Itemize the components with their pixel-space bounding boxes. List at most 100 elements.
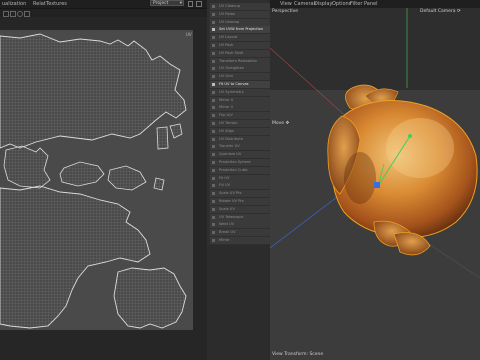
uv-tool-label: Fill UV xyxy=(219,183,231,188)
menu-options[interactable]: Options xyxy=(332,0,351,8)
rotate-icon[interactable] xyxy=(17,11,23,17)
tool-icon xyxy=(212,184,215,188)
uv-tool-item[interactable]: Break UV xyxy=(210,229,270,237)
uv-menubar: ualization Relat Textures Project ▾ xyxy=(0,0,207,9)
uv-tool-item[interactable]: Weld UV xyxy=(210,221,270,229)
viewport-scene-svg xyxy=(270,8,480,279)
tool-icon xyxy=(212,168,215,172)
uv-tool-label: UV Symmetry xyxy=(219,89,244,94)
uv-tool-item[interactable]: Fill UV xyxy=(210,182,270,190)
uv-tool-item[interactable]: Scale UV xyxy=(210,205,270,213)
uv-tool-item[interactable]: UV Grid xyxy=(210,73,270,81)
move-icon[interactable] xyxy=(10,11,16,17)
uv-toolbar xyxy=(0,9,207,17)
uv-tool-item[interactable]: UV Telescopic xyxy=(210,213,270,221)
uv-tool-item[interactable]: UV Align xyxy=(210,127,270,135)
menu-textures[interactable]: Textures xyxy=(46,0,67,8)
uv-tool-label: Transfer UV xyxy=(219,144,240,149)
menu-visualization[interactable]: ualization xyxy=(2,0,26,8)
uv-shell-small-b xyxy=(169,123,183,139)
tool-icon xyxy=(212,28,215,32)
uv-tool-item[interactable]: Fit UV to Canvas xyxy=(210,81,270,88)
uv-canvas[interactable] xyxy=(0,30,193,330)
menu-panel[interactable]: Panel xyxy=(364,0,378,8)
menu-filter[interactable]: Filter xyxy=(350,0,362,8)
uv-tool-item[interactable]: Flip U/V xyxy=(210,112,270,120)
uv-tool-label: UV Pack xyxy=(219,43,234,47)
expand-icon[interactable] xyxy=(196,1,202,7)
uv-tool-item[interactable]: UV Terrain xyxy=(210,120,270,127)
viewport-camera-label[interactable]: Default Camera ⟳ xyxy=(420,9,461,14)
uv-tool-label: Flip U/V xyxy=(219,113,233,118)
viewport-move-label[interactable]: Move ✥ xyxy=(272,121,289,126)
uv-tool-label: Mirror xyxy=(219,238,230,242)
uv-tool-label: Transform Relaxation xyxy=(219,58,257,63)
viewport-view-transform-label: View Transform: Scene xyxy=(272,352,324,357)
uv-tool-item[interactable]: UV Cleanup xyxy=(210,3,270,10)
tools-panel-empty-area xyxy=(207,245,269,360)
scale-icon[interactable] xyxy=(24,11,30,17)
tool-icon xyxy=(212,200,215,203)
tool-icon xyxy=(212,137,215,141)
menu-relat[interactable]: Relat xyxy=(33,0,46,8)
uv-tool-label: UV Align xyxy=(219,128,235,133)
tool-icon xyxy=(212,51,215,55)
uv-shell-mid-left xyxy=(3,145,51,189)
uv-tool-item[interactable]: Projection Cubic xyxy=(210,166,270,174)
uv-tool-label: Mirror V xyxy=(219,105,234,110)
menu-view[interactable]: View xyxy=(280,0,292,8)
tool-icon xyxy=(212,67,215,71)
tool-icon xyxy=(212,223,215,227)
axis-line-x xyxy=(270,47,351,121)
uv-tool-label: Rotate UV Pts xyxy=(219,199,244,203)
uv-tool-label: UV Pack Shell xyxy=(219,50,244,55)
tool-icon xyxy=(212,114,215,118)
tool-icon xyxy=(212,215,215,219)
uv-tool-item[interactable]: UV Distribute xyxy=(210,135,270,143)
uv-tool-label: UV Terrain xyxy=(219,121,238,125)
viewport-label-perspective: Perspective xyxy=(272,9,299,14)
uv-tool-item[interactable]: Quantize UV xyxy=(210,151,270,159)
uv-tool-item[interactable]: UV Unwrap xyxy=(210,18,270,26)
uv-tool-item[interactable]: Mirror V xyxy=(210,104,270,112)
chicken-highlight xyxy=(386,118,454,178)
uv-tool-item[interactable]: Rotate UV Pts xyxy=(210,198,270,205)
uv-tool-label: Set UVW from Projection xyxy=(219,27,264,32)
select-icon[interactable] xyxy=(3,11,9,17)
uv-tool-item[interactable]: Mirror xyxy=(210,237,270,244)
uv-tool-item[interactable]: UV Pack Shell xyxy=(210,49,270,57)
project-select[interactable]: Project ▾ xyxy=(150,0,184,6)
uv-tool-label: Scale UV Pts xyxy=(219,191,242,196)
uv-tool-label: UV Layout xyxy=(219,35,238,40)
uv-tool-label: Weld UV xyxy=(219,222,235,227)
tool-icon xyxy=(212,239,215,242)
menu-display[interactable]: Display xyxy=(314,0,332,8)
uv-tool-item[interactable]: UV Pack xyxy=(210,42,270,49)
uv-tool-item[interactable]: UV Straighten xyxy=(210,65,270,73)
uv-tool-item[interactable]: UV Layout xyxy=(210,34,270,42)
uv-tool-item[interactable]: Set UVW from Projection xyxy=(210,26,270,34)
tool-icon xyxy=(212,122,215,125)
uv-tool-item[interactable]: Transfer UV xyxy=(210,143,270,151)
roast-chicken-model xyxy=(327,84,478,256)
uv-shell-float-c xyxy=(153,177,165,191)
lock-icon[interactable] xyxy=(188,1,193,7)
tool-icon xyxy=(212,59,215,63)
uv-tool-item[interactable]: Projection Sphere xyxy=(210,159,270,166)
uv-status-bar xyxy=(0,330,207,360)
uv-tool-item[interactable]: UV Relax xyxy=(210,10,270,18)
uv-tool-label: Fit UV to Canvas xyxy=(219,82,249,86)
uv-scale-label: UV xyxy=(186,32,192,37)
tool-icon xyxy=(212,12,215,16)
tool-icon xyxy=(212,129,215,133)
uv-tool-item[interactable]: Mirror U xyxy=(210,96,270,104)
tool-icon xyxy=(212,98,215,102)
uv-tool-label: Fit UV xyxy=(219,175,230,180)
menu-cameras[interactable]: Cameras xyxy=(294,0,316,8)
uv-tool-item[interactable]: UV Symmetry xyxy=(210,88,270,96)
tool-icon xyxy=(212,192,215,196)
uv-tool-item[interactable]: Transform Relaxation xyxy=(210,57,270,65)
uv-tool-item[interactable]: Scale UV Pts xyxy=(210,190,270,198)
tool-icon xyxy=(212,5,215,8)
uv-tool-item[interactable]: Fit UV xyxy=(210,174,270,182)
